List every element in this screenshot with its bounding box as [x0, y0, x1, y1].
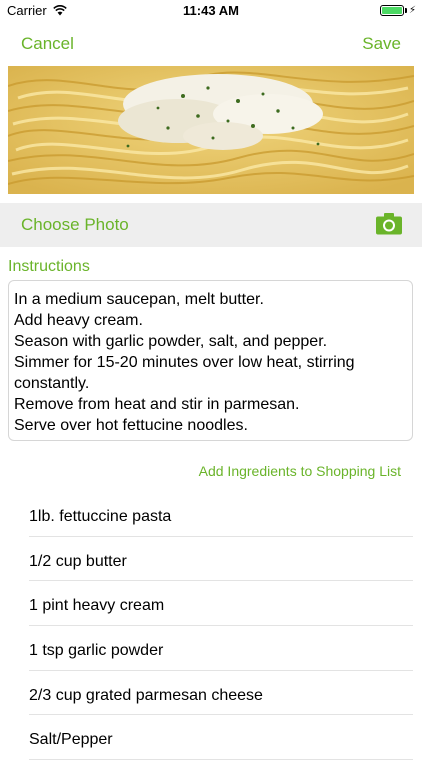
battery-fill: [381, 7, 402, 14]
ingredient-row[interactable]: Salt/Pepper: [29, 715, 413, 760]
ingredient-row[interactable]: 1 pint heavy cream: [29, 581, 413, 627]
choose-photo-button[interactable]: Choose Photo: [21, 215, 129, 235]
ingredient-text: 1lb. fettuccine pasta: [29, 508, 172, 525]
recipe-photo: [8, 66, 414, 194]
ingredient-text: 1 pint heavy cream: [29, 597, 165, 615]
battery-tip: [404, 8, 407, 13]
status-bar: Carrier 11:43 AM ⚡: [0, 0, 422, 22]
instruction-line: Season with garlic powder, salt, and pep…: [14, 333, 328, 350]
instruction-line: constantly.: [14, 375, 90, 392]
ingredient-row[interactable]: 1/2 cup butter: [29, 537, 413, 582]
battery-icon: [379, 5, 404, 16]
status-right: ⚡: [379, 5, 416, 16]
ingredient-text: 1 tsp garlic powder: [29, 642, 164, 660]
camera-icon[interactable]: [376, 213, 402, 235]
ingredient-row[interactable]: 1lb. fettuccine pasta: [29, 492, 413, 537]
instruction-line: In a medium saucepan, melt butter.: [14, 291, 264, 308]
ingredient-text: Salt/Pepper: [29, 731, 113, 749]
save-button[interactable]: Save: [362, 34, 401, 54]
ingredient-row[interactable]: 2/3 cup grated parmesan cheese: [29, 671, 413, 716]
choose-photo-row[interactable]: Choose Photo: [0, 203, 422, 247]
nav-bar: Cancel Save: [0, 22, 422, 66]
cancel-button[interactable]: Cancel: [21, 34, 74, 54]
instructions-textarea[interactable]: In a medium saucepan, melt butter. Add h…: [8, 280, 413, 441]
ingredient-row[interactable]: 1 tsp garlic powder: [29, 626, 413, 671]
instruction-line: Add heavy cream.: [14, 312, 143, 329]
add-to-shopping-list-button[interactable]: Add Ingredients to Shopping List: [199, 463, 401, 479]
instruction-line: Simmer for 15-20 minutes over low heat, …: [14, 354, 355, 371]
status-time: 11:43 AM: [183, 3, 239, 18]
fettuccine-photo: [8, 66, 414, 194]
instruction-line: Serve over hot fettucine noodles.: [14, 417, 248, 434]
instruction-line: Remove from heat and stir in parmesan.: [14, 396, 300, 413]
charging-icon: ⚡: [408, 5, 416, 16]
ingredient-text: 1/2 cup butter: [29, 552, 127, 570]
ingredients-list: 1lb. fettuccine pasta 1/2 cup butter 1 p…: [29, 492, 413, 760]
ingredient-text: 2/3 cup grated parmesan cheese: [29, 686, 263, 704]
instructions-label: Instructions: [8, 258, 90, 275]
